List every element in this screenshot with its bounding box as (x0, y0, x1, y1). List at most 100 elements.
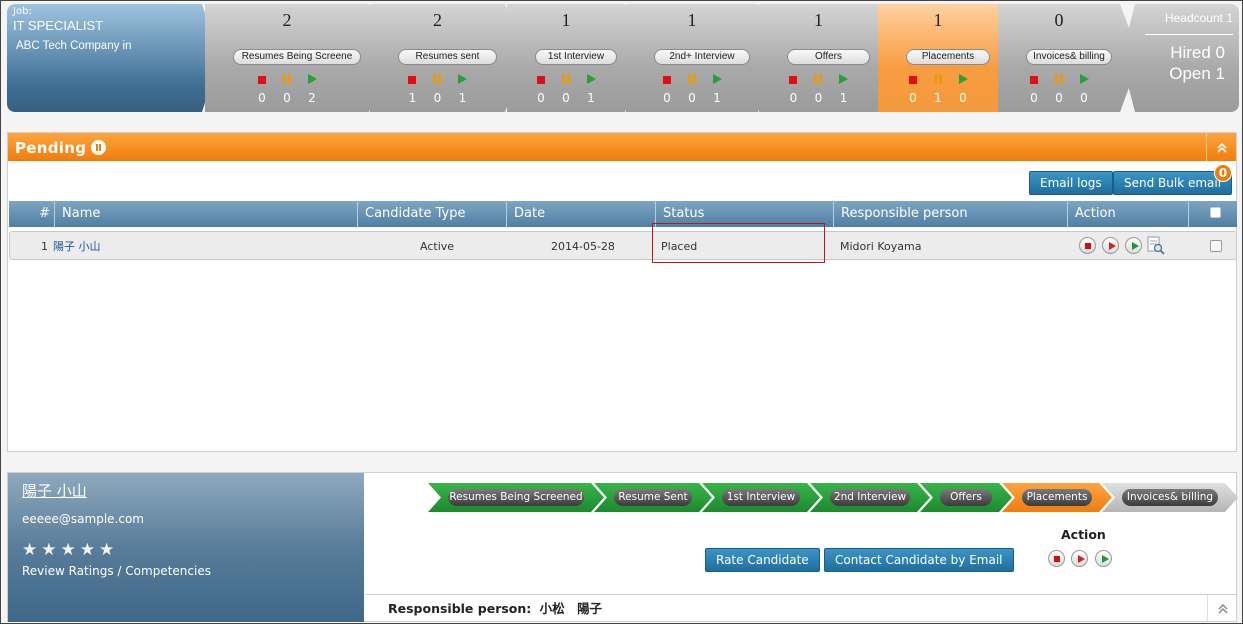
star-icon[interactable]: ★ (41, 540, 56, 560)
step-label: Invoices& billing (1122, 489, 1218, 506)
candidate-name-link[interactable]: 陽子 小山 (53, 232, 101, 261)
row-number: 1 (41, 240, 48, 253)
table-row[interactable]: 1 陽子 小山 Active 2014-05-28 Placed Midori … (9, 231, 1237, 260)
paused-count[interactable]: 0 (283, 91, 291, 105)
stopped-count[interactable]: 0 (537, 91, 545, 105)
contact-candidate-button[interactable]: Contact Candidate by Email (824, 548, 1014, 572)
stage-resumes-sent[interactable]: 2 Resumes sent 1 0 1 (370, 4, 525, 112)
col-name[interactable]: Name (54, 201, 357, 227)
star-icon[interactable]: ★ (61, 540, 76, 560)
col-candidate-type[interactable]: Candidate Type (357, 201, 506, 227)
star-icon[interactable]: ★ (22, 540, 37, 560)
stopped-count[interactable]: 0 (663, 91, 671, 105)
step-invoices-billing[interactable]: Invoices& billing (1102, 483, 1238, 512)
stopped-count[interactable]: 0 (258, 91, 266, 105)
pending-header: Pending (8, 133, 1236, 161)
pause-icon (283, 74, 291, 84)
stop-icon (909, 76, 917, 84)
play-red-action-icon[interactable] (1071, 550, 1088, 567)
col-action: Action (1067, 201, 1188, 227)
stage-label: 2nd+ Interview (654, 49, 750, 65)
document-search-icon[interactable] (1147, 236, 1165, 256)
stopped-count[interactable]: 0 (1030, 91, 1038, 105)
job-title: IT SPECIALIST (13, 18, 104, 33)
step-placements[interactable]: Placements (1002, 483, 1112, 512)
star-rating[interactable]: ★ ★ ★ ★ ★ (22, 540, 350, 560)
select-all-checkbox[interactable] (1210, 207, 1221, 218)
responsible-value: 小松 陽子 (539, 601, 603, 616)
review-ratings-link[interactable]: Review Ratings (22, 564, 114, 578)
paused-count[interactable]: 0 (434, 91, 442, 105)
paused-count[interactable]: 0 (1055, 91, 1063, 105)
stop-action-icon[interactable] (1079, 237, 1096, 254)
row-date: 2014-05-28 (551, 240, 615, 253)
app-window: Job: IT SPECIALIST ABC Tech Company in 2… (0, 0, 1243, 624)
step-offers[interactable]: Offers (920, 483, 1012, 512)
active-count[interactable]: 1 (459, 91, 467, 105)
play-icon (1080, 74, 1089, 84)
links-separator: / (117, 564, 122, 578)
step-label: Offers (940, 489, 992, 506)
active-count[interactable]: 1 (840, 91, 848, 105)
pause-icon (814, 74, 822, 84)
pending-panel: Pending Email logs Send Bulk email 0 # N… (7, 132, 1237, 452)
candidate-email: eeeee@sample.com (22, 512, 144, 526)
stage-count: 1 (814, 10, 823, 30)
stage-placements[interactable]: 1 Placements 0 1 0 (878, 4, 1018, 112)
step-resumes-being-screened[interactable]: Resumes Being Screened (428, 483, 604, 512)
double-chevron-up-icon[interactable] (1206, 133, 1236, 161)
candidate-name[interactable]: 陽子 小山 (22, 480, 350, 501)
paused-count[interactable]: 0 (815, 91, 823, 105)
star-icon[interactable]: ★ (80, 540, 95, 560)
stopped-count[interactable]: 0 (790, 91, 798, 105)
competencies-link[interactable]: Competencies (125, 564, 211, 578)
paused-count[interactable]: 0 (562, 91, 570, 105)
step-2nd-interview[interactable]: 2nd Interview (810, 483, 930, 512)
stage-resumes-being-screened[interactable]: 2 Resumes Being Screene 0 0 2 (205, 4, 389, 112)
double-chevron-up-icon[interactable] (1207, 595, 1237, 622)
email-logs-button[interactable]: Email logs (1029, 171, 1113, 195)
stop-icon (408, 76, 416, 84)
job-company: ABC Tech Company in (16, 40, 132, 52)
star-icon[interactable]: ★ (99, 540, 114, 560)
paused-count[interactable]: 1 (934, 91, 942, 105)
stage-2nd-interview[interactable]: 1 2nd+ Interview 0 0 1 (626, 4, 778, 112)
paused-count[interactable]: 0 (688, 91, 696, 105)
stage-label: 1st Interview (535, 49, 617, 65)
headcount-divider (1145, 34, 1233, 35)
active-count[interactable]: 0 (1080, 91, 1088, 105)
stage-invoices-billing[interactable]: 0 Invoices& billing 0 0 0 (998, 4, 1140, 112)
active-count[interactable]: 0 (959, 91, 967, 105)
responsible-person-row: Responsible person: 小松 陽子 (365, 594, 1237, 622)
stage-1st-interview[interactable]: 1 1st Interview 0 0 1 (507, 4, 645, 112)
active-count[interactable]: 1 (713, 91, 721, 105)
step-1st-interview[interactable]: 1st Interview (702, 483, 820, 512)
pause-icon (1055, 74, 1063, 84)
col-number[interactable]: # (9, 201, 54, 227)
col-date[interactable]: Date (506, 201, 655, 227)
job-summary[interactable]: Job: IT SPECIALIST ABC Tech Company in (7, 4, 219, 112)
action-label: Action (1061, 527, 1106, 542)
stopped-count[interactable]: 0 (909, 91, 917, 105)
stage-label: Resumes Being Screene (233, 49, 361, 65)
stop-icon (663, 76, 671, 84)
col-responsible[interactable]: Responsible person (833, 201, 1067, 227)
pending-title: Pending (15, 139, 87, 157)
play-red-action-icon[interactable] (1102, 237, 1119, 254)
play-green-action-icon[interactable] (1095, 550, 1112, 567)
stopped-count[interactable]: 1 (409, 91, 417, 105)
step-label: 2nd Interview (830, 489, 910, 506)
candidate-progress-steps: Resumes Being Screened Resume Sent 1st I… (428, 483, 1238, 512)
step-resume-sent[interactable]: Resume Sent (594, 483, 712, 512)
stage-offers[interactable]: 1 Offers 0 0 1 (759, 4, 898, 112)
rate-candidate-button[interactable]: Rate Candidate (705, 548, 820, 572)
stage-count: 0 (1054, 10, 1064, 30)
stage-count: 1 (933, 10, 943, 30)
stage-label: Offers (787, 49, 870, 65)
headcount-box: Headcount 1 Hired 0 Open 1 (1121, 4, 1239, 112)
active-count[interactable]: 2 (308, 91, 316, 105)
row-checkbox[interactable] (1210, 240, 1222, 252)
stop-action-icon[interactable] (1048, 550, 1065, 567)
active-count[interactable]: 1 (587, 91, 595, 105)
play-green-action-icon[interactable] (1125, 237, 1142, 254)
